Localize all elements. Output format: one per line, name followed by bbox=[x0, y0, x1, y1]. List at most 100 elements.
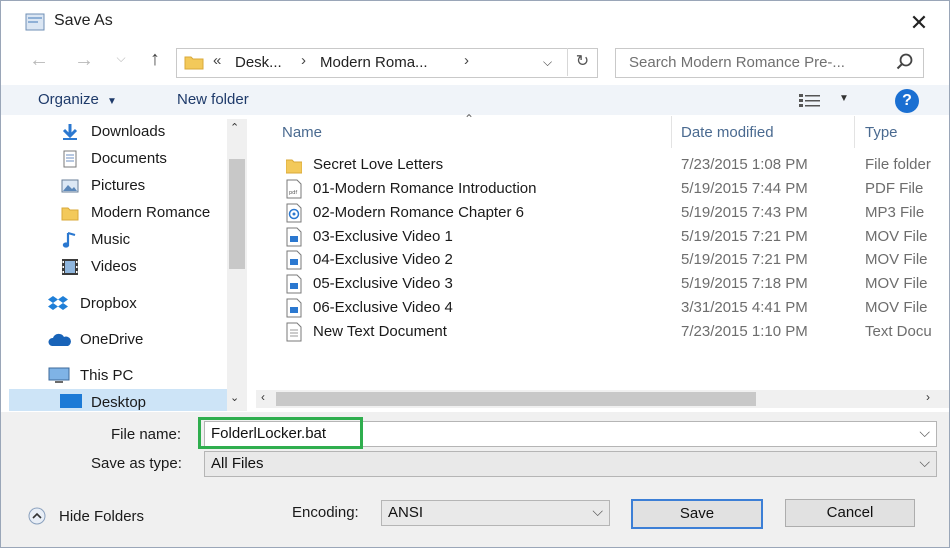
up-arrow-icon[interactable]: ↑ bbox=[143, 48, 167, 71]
column-header-type[interactable]: Type bbox=[865, 124, 898, 141]
address-separator-icon[interactable]: › bbox=[464, 52, 469, 69]
save-as-type-select[interactable]: All Files ⌵ bbox=[204, 451, 937, 477]
address-segment-desktop[interactable]: Desk... bbox=[235, 54, 282, 71]
file-date: 3/31/2015 4:41 PM bbox=[681, 299, 808, 316]
sidebar-item-dropbox[interactable]: Dropbox bbox=[47, 292, 227, 316]
scroll-right-chevron-icon[interactable]: › bbox=[926, 390, 930, 404]
view-dropdown-triangle-icon[interactable]: ▼ bbox=[839, 93, 849, 104]
sidebar-item-modern-romance[interactable]: Modern Romance bbox=[61, 201, 225, 225]
encoding-select[interactable]: ANSI ⌵ bbox=[381, 500, 610, 526]
dropdown-triangle-icon: ▼ bbox=[107, 96, 117, 107]
file-name: 03-Exclusive Video 1 bbox=[313, 228, 453, 245]
sidebar-item-onedrive[interactable]: OneDrive bbox=[47, 328, 227, 352]
new-folder-button[interactable]: New folder bbox=[177, 91, 249, 108]
sidebar-item-label: Downloads bbox=[91, 123, 166, 140]
forward-arrow-icon[interactable]: → bbox=[72, 49, 96, 72]
file-row[interactable]: 06-Exclusive Video 4 3/31/2015 4:41 PM M… bbox=[256, 296, 949, 320]
video-file-icon bbox=[286, 298, 302, 318]
file-type: MOV File bbox=[865, 275, 928, 292]
encoding-value: ANSI bbox=[388, 504, 424, 521]
sidebar-scrollbar-thumb[interactable] bbox=[229, 159, 245, 269]
encoding-label: Encoding: bbox=[292, 504, 359, 521]
chevron-down-icon[interactable]: ⌵ bbox=[592, 503, 603, 520]
file-name-value: FolderlLocker.bat bbox=[211, 425, 327, 442]
desktop-icon bbox=[60, 394, 82, 408]
file-row[interactable]: 03-Exclusive Video 1 5/19/2015 7:21 PM M… bbox=[256, 225, 949, 249]
column-header-name[interactable]: Name bbox=[282, 124, 322, 141]
computer-icon bbox=[48, 367, 70, 383]
svg-text:pdf: pdf bbox=[289, 190, 297, 196]
help-icon[interactable]: ? bbox=[895, 89, 919, 113]
search-placeholder: Search Modern Romance Pre-... bbox=[629, 54, 845, 71]
file-type: File folder bbox=[865, 156, 931, 173]
horizontal-scrollbar-thumb[interactable] bbox=[276, 392, 756, 406]
save-as-type-label: Save as type: bbox=[91, 455, 182, 472]
sidebar-item-this-pc[interactable]: This PC bbox=[47, 364, 227, 388]
file-name: 04-Exclusive Video 2 bbox=[313, 251, 453, 268]
column-divider[interactable] bbox=[854, 116, 855, 148]
file-date: 7/23/2015 1:08 PM bbox=[681, 156, 808, 173]
file-name: 05-Exclusive Video 3 bbox=[313, 275, 453, 292]
scroll-down-chevron-icon[interactable]: ⌄ bbox=[230, 391, 239, 404]
refresh-icon[interactable]: ↻ bbox=[567, 48, 597, 76]
folder-icon bbox=[184, 56, 204, 70]
file-row[interactable]: 04-Exclusive Video 2 5/19/2015 7:21 PM M… bbox=[256, 248, 949, 272]
address-separator-icon[interactable]: › bbox=[301, 52, 306, 69]
address-dropdown-chevron-icon[interactable]: ⌵ bbox=[543, 55, 552, 70]
file-name: 02-Modern Romance Chapter 6 bbox=[313, 204, 524, 221]
sidebar-item-label: Dropbox bbox=[80, 295, 137, 312]
video-file-icon bbox=[286, 250, 302, 270]
file-row[interactable]: 02-Modern Romance Chapter 6 5/19/2015 7:… bbox=[256, 201, 949, 225]
column-divider[interactable] bbox=[671, 116, 672, 148]
sidebar-item-documents[interactable]: Documents bbox=[61, 147, 231, 171]
file-row[interactable]: New Text Document 7/23/2015 1:10 PM Text… bbox=[256, 320, 949, 344]
back-arrow-icon[interactable]: ← bbox=[27, 49, 51, 72]
text-file-icon bbox=[286, 322, 302, 342]
cancel-button[interactable]: Cancel bbox=[785, 499, 915, 527]
sidebar-item-pictures[interactable]: Pictures bbox=[61, 174, 231, 198]
column-header-date[interactable]: Date modified bbox=[681, 124, 774, 141]
file-name-input[interactable]: FolderlLocker.bat ⌵ bbox=[204, 421, 937, 447]
search-icon[interactable] bbox=[895, 52, 915, 72]
sidebar-item-downloads[interactable]: Downloads bbox=[61, 120, 231, 144]
video-file-icon bbox=[286, 227, 302, 247]
address-bar[interactable]: « Desk... › Modern Roma... › ⌵ bbox=[176, 48, 598, 78]
address-overflow[interactable]: « bbox=[213, 52, 221, 69]
file-row[interactable]: Secret Love Letters 7/23/2015 1:08 PM Fi… bbox=[256, 153, 949, 177]
download-arrow-icon bbox=[62, 124, 78, 140]
recent-locations-chevron-icon[interactable]: ⌵ bbox=[109, 51, 133, 66]
view-options-icon[interactable] bbox=[798, 92, 824, 108]
file-date: 7/23/2015 1:10 PM bbox=[681, 323, 808, 340]
chevron-down-icon[interactable]: ⌵ bbox=[919, 454, 930, 471]
video-file-icon bbox=[286, 274, 302, 294]
navigation-pane: Downloads Documents Pictures Modern Roma… bbox=[9, 116, 249, 411]
folder-icon bbox=[286, 159, 302, 174]
save-dialog-icon bbox=[25, 13, 45, 31]
scroll-up-chevron-icon[interactable]: ⌃ bbox=[230, 121, 239, 134]
title-bar: Save As ✕ bbox=[1, 1, 949, 41]
pictures-icon bbox=[61, 179, 79, 193]
sidebar-item-music[interactable]: Music bbox=[61, 228, 231, 252]
file-list: Name ⌃ Date modified Type Secret Love Le… bbox=[256, 112, 949, 386]
close-button[interactable]: ✕ bbox=[904, 9, 934, 37]
file-type: PDF File bbox=[865, 180, 924, 197]
folder-icon bbox=[61, 207, 79, 221]
hide-folders-label: Hide Folders bbox=[59, 508, 145, 525]
sidebar-item-videos[interactable]: Videos bbox=[61, 255, 231, 279]
file-name: New Text Document bbox=[313, 323, 447, 340]
chevron-down-icon[interactable]: ⌵ bbox=[919, 424, 930, 441]
sidebar-item-desktop[interactable]: Desktop bbox=[9, 389, 227, 411]
address-segment-modern-romance[interactable]: Modern Roma... bbox=[320, 54, 428, 71]
scroll-left-chevron-icon[interactable]: ‹ bbox=[261, 390, 265, 404]
save-as-dialog: Save As ✕ ← → ⌵ ↑ « Desk... › Modern Rom… bbox=[0, 0, 950, 548]
save-button[interactable]: Save bbox=[631, 499, 763, 529]
sidebar-item-label: Music bbox=[91, 231, 131, 248]
pdf-icon: pdf bbox=[286, 179, 302, 199]
search-input[interactable]: Search Modern Romance Pre-... bbox=[615, 48, 924, 78]
file-date: 5/19/2015 7:43 PM bbox=[681, 204, 808, 221]
file-row[interactable]: 05-Exclusive Video 3 5/19/2015 7:18 PM M… bbox=[256, 272, 949, 296]
sidebar-item-label: Videos bbox=[91, 258, 137, 275]
organize-button[interactable]: Organize ▼ bbox=[38, 91, 117, 108]
file-row[interactable]: pdf 01-Modern Romance Introduction 5/19/… bbox=[256, 177, 949, 201]
cloud-icon bbox=[48, 333, 71, 346]
